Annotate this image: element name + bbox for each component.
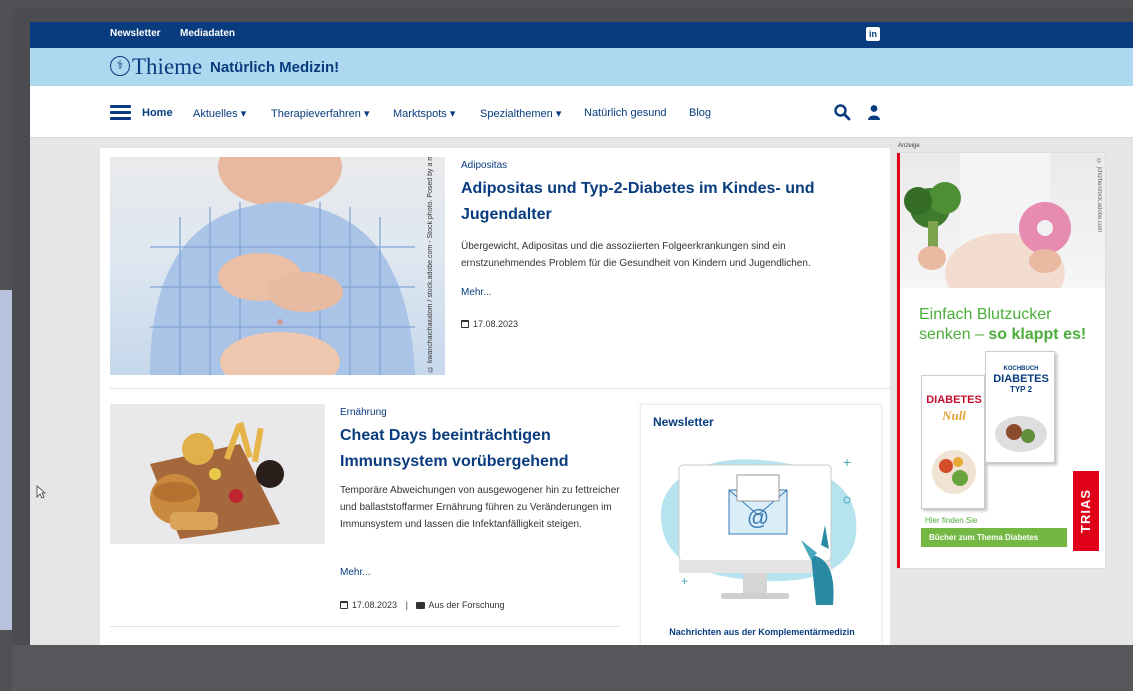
article-more-link[interactable]: Mehr... bbox=[461, 287, 492, 298]
main-content: © kwanchaichaiudom / stock.adobe.com - S… bbox=[100, 148, 890, 645]
article-title[interactable]: Cheat Days beeinträchtigen Immunsystem v… bbox=[340, 423, 630, 475]
nav-blog[interactable]: Blog bbox=[689, 107, 711, 119]
ad-photo-broccoli-donut: © jchizhe/stock.adobe.com bbox=[900, 153, 1105, 288]
topbar-link-newsletter[interactable]: Newsletter bbox=[110, 28, 161, 39]
ad-subline: Hier finden Sie bbox=[925, 516, 978, 525]
advertisement-banner[interactable]: © jchizhe/stock.adobe.com Einfach Blutzu… bbox=[896, 152, 1106, 569]
thieme-seal-icon: ⚕ bbox=[110, 56, 130, 76]
brand-logo[interactable]: Thieme bbox=[132, 54, 202, 80]
top-bar: Newsletter Mediadaten in bbox=[30, 22, 1133, 48]
book-title: DIABETES bbox=[993, 373, 1049, 385]
book-subtitle: TYP 2 bbox=[1009, 385, 1033, 394]
book-food-illustration bbox=[932, 450, 976, 494]
browser-screen: Newsletter Mediadaten in ⚕ Thieme Natürl… bbox=[30, 22, 1133, 645]
svg-text:+: + bbox=[681, 574, 688, 588]
divider bbox=[110, 388, 890, 389]
book-title: DIABETES bbox=[926, 394, 982, 406]
mouse-cursor-icon bbox=[36, 485, 46, 499]
ad-image-credit: © jchizhe/stock.adobe.com bbox=[1096, 159, 1102, 233]
calendar-icon bbox=[340, 601, 348, 609]
fastfood-photo-illustration bbox=[110, 404, 325, 544]
article-category[interactable]: Ernährung bbox=[340, 407, 387, 418]
nav-spezialthemen[interactable]: Spezialthemen ▾ bbox=[480, 107, 561, 120]
search-icon[interactable] bbox=[833, 103, 851, 121]
brand-tagline: Natürlich Medizin! bbox=[210, 59, 340, 76]
article-image-child[interactable]: © kwanchaichaiudom / stock.adobe.com - S… bbox=[110, 157, 445, 375]
book-kicker: KOCHBUCH bbox=[1003, 366, 1039, 372]
main-navigation: Home Aktuelles ▾ Therapieverfahren ▾ Mar… bbox=[30, 86, 1133, 138]
article-image-fastfood[interactable] bbox=[110, 404, 325, 544]
article-meta: 17.08.2023 | Aus der Forschung bbox=[340, 600, 504, 610]
article-teaser: Übergewicht, Adipositas und die assoziie… bbox=[461, 241, 811, 269]
publisher-logo: TRIAS bbox=[1073, 471, 1099, 551]
book-cover-diabetes-null: DIABETES Null bbox=[921, 375, 985, 509]
article-category[interactable]: Adipositas bbox=[461, 160, 507, 171]
ad-headline-line2: senken – bbox=[919, 326, 989, 343]
newsletter-caption[interactable]: Nachrichten aus der Komplementärmedizin bbox=[641, 627, 883, 637]
nav-natuerlich-gesund[interactable]: Natürlich gesund bbox=[584, 107, 667, 119]
nav-home[interactable]: Home bbox=[142, 107, 173, 119]
brand-bar: ⚕ Thieme Natürlich Medizin! bbox=[30, 48, 1133, 86]
hamburger-menu-icon[interactable] bbox=[110, 105, 131, 120]
svg-text:@: @ bbox=[747, 505, 769, 530]
user-icon[interactable] bbox=[866, 104, 882, 120]
article-date: 17.08.2023 bbox=[473, 319, 519, 329]
calendar-icon bbox=[461, 320, 469, 328]
article-date: 17.08.2023 bbox=[352, 600, 398, 610]
nav-therapieverfahren[interactable]: Therapieverfahren ▾ bbox=[271, 107, 369, 120]
newsletter-illustration[interactable]: @ + + bbox=[651, 445, 873, 615]
folder-icon bbox=[416, 602, 426, 609]
book-cover-kochbuch-diabetes: KOCHBUCH DIABETES TYP 2 bbox=[985, 351, 1055, 463]
monitor-bottom-band bbox=[12, 645, 1133, 691]
newsletter-title: Newsletter bbox=[653, 415, 714, 429]
ad-headline: Einfach Blutzucker senken – so klappt es… bbox=[919, 305, 1086, 345]
ad-label: Anzeige bbox=[898, 143, 920, 149]
image-credit: © kwanchaichaiudom / stock.adobe.com - S… bbox=[427, 157, 434, 372]
book-dish-illustration bbox=[995, 416, 1047, 452]
article-teaser: Temporäre Abweichungen von ausgewogener … bbox=[340, 485, 620, 530]
nav-aktuelles[interactable]: Aktuelles ▾ bbox=[193, 107, 246, 120]
svg-text:+: + bbox=[843, 454, 851, 470]
article-meta: 17.08.2023 bbox=[461, 319, 518, 329]
nav-marktspots[interactable]: Marktspots ▾ bbox=[393, 107, 455, 120]
newsletter-widget: Newsletter @ + + Nachrichten aus der Kom… bbox=[640, 404, 882, 645]
book-script: Null bbox=[942, 408, 966, 423]
article-more-link[interactable]: Mehr... bbox=[340, 567, 371, 578]
divider bbox=[110, 626, 620, 627]
ad-headline-emphasis: so klappt es! bbox=[988, 326, 1087, 343]
topbar-link-mediadaten[interactable]: Mediadaten bbox=[180, 28, 235, 39]
linkedin-icon[interactable]: in bbox=[866, 27, 880, 41]
ad-cta-button[interactable]: Bücher zum Thema Diabetes bbox=[921, 528, 1067, 547]
child-photo-illustration bbox=[150, 157, 415, 375]
article-tag-link[interactable]: Aus der Forschung bbox=[428, 600, 504, 610]
ad-headline-line1: Einfach Blutzucker bbox=[919, 306, 1052, 323]
meta-separator: | bbox=[405, 600, 408, 610]
article-title[interactable]: Adipositas und Typ-2-Diabetes im Kindes-… bbox=[461, 176, 841, 228]
